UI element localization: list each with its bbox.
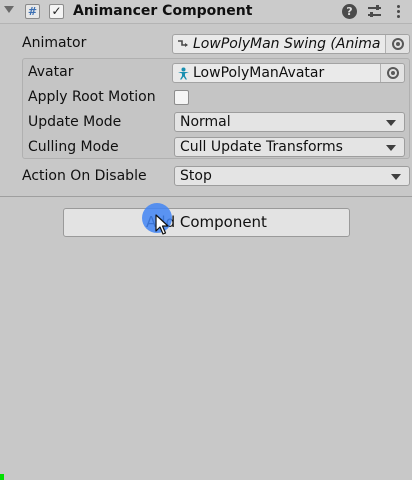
update-mode-dropdown[interactable]: Normal — [174, 112, 405, 132]
presets-icon[interactable] — [367, 4, 382, 19]
component-enabled-checkbox[interactable]: ✓ — [49, 4, 64, 19]
update-mode-value: Normal — [180, 114, 231, 130]
kebab-menu-icon[interactable] — [394, 4, 402, 19]
animator-label: Animator — [22, 35, 87, 51]
chevron-down-icon — [391, 174, 401, 180]
mouse-cursor-icon — [155, 214, 169, 235]
culling-mode-label: Culling Mode — [28, 139, 119, 155]
apply-root-motion-checkbox[interactable] — [174, 90, 189, 105]
object-picker-icon[interactable] — [385, 35, 409, 53]
help-icon[interactable]: ? — [342, 4, 357, 19]
foldout-arrow-icon[interactable] — [4, 6, 14, 13]
animator-field[interactable]: LowPolyMan Swing (Anima — [172, 34, 410, 54]
script-icon: # — [25, 4, 40, 19]
animator-value: LowPolyMan Swing (Anima — [193, 36, 381, 52]
avatar-value: LowPolyManAvatar — [193, 65, 325, 81]
chevron-down-icon — [386, 120, 396, 126]
chevron-down-icon — [386, 145, 396, 151]
action-on-disable-dropdown[interactable]: Stop — [174, 166, 410, 186]
avatar-label: Avatar — [28, 64, 74, 80]
animator-controller-icon — [178, 40, 188, 47]
culling-mode-value: Cull Update Transforms — [180, 139, 343, 155]
section-divider — [0, 196, 412, 197]
component-title: Animancer Component — [73, 3, 253, 19]
action-on-disable-label: Action On Disable — [22, 168, 147, 184]
add-component-button[interactable]: Add Component — [63, 208, 350, 237]
status-marker — [0, 474, 4, 480]
update-mode-label: Update Mode — [28, 114, 122, 130]
apply-root-motion-label: Apply Root Motion — [28, 89, 156, 105]
avatar-figure-icon — [178, 67, 189, 80]
avatar-field[interactable]: LowPolyManAvatar — [172, 63, 405, 83]
object-picker-icon[interactable] — [380, 64, 404, 82]
action-on-disable-value: Stop — [180, 168, 212, 184]
component-header: # ✓ Animancer Component ? — [0, 0, 412, 24]
culling-mode-dropdown[interactable]: Cull Update Transforms — [174, 137, 405, 157]
